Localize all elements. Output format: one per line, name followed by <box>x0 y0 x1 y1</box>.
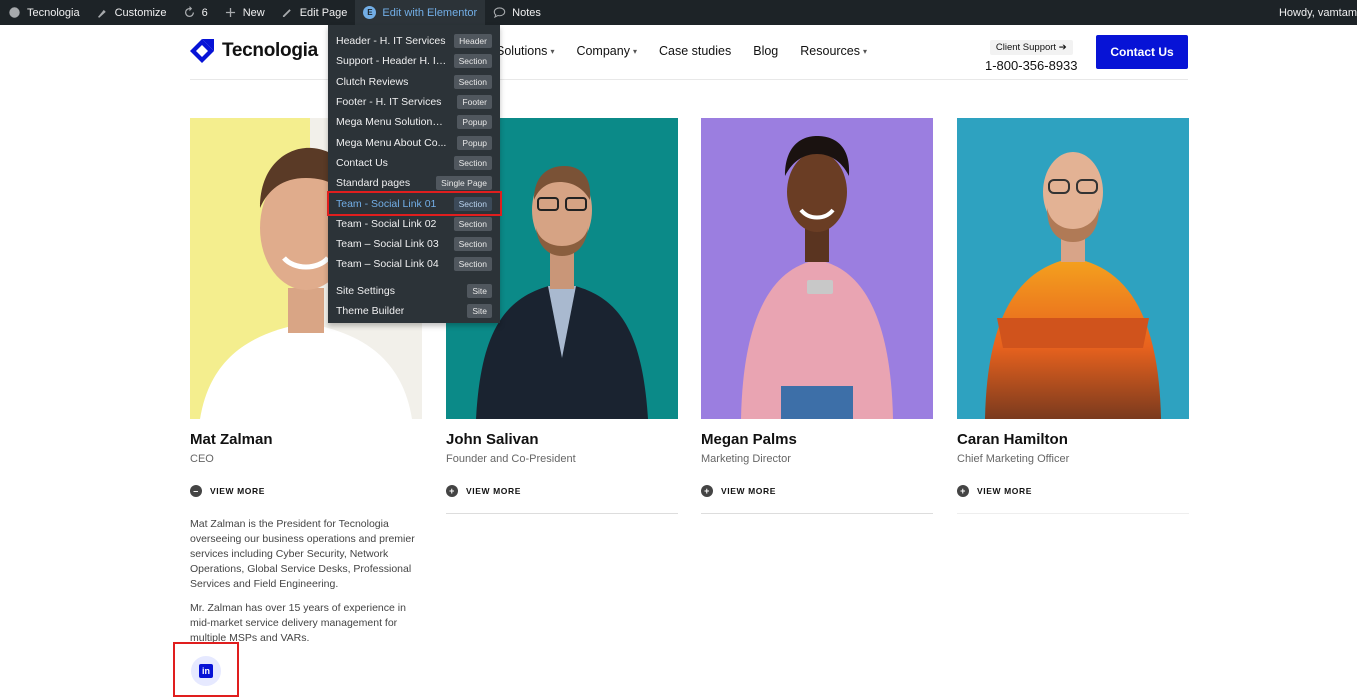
admin-customize[interactable]: Customize <box>88 0 175 25</box>
speech-bubble-icon <box>493 7 506 19</box>
client-support: Client Support ➔ 1-800-356-8933 <box>985 37 1078 73</box>
admin-new[interactable]: New <box>216 0 273 25</box>
plus-circle-icon: + <box>701 485 713 497</box>
view-more-toggle[interactable]: + VIEW MORE <box>957 485 1189 497</box>
team-member-role: Founder and Co-President <box>446 453 576 465</box>
site-logo[interactable]: Tecnologia <box>190 39 318 63</box>
dashboard-icon <box>9 7 20 18</box>
team-member-name: John Salivan <box>446 431 539 448</box>
linkedin-icon: in <box>199 664 213 678</box>
minus-circle-icon: – <box>190 485 202 497</box>
admin-edit-with-elementor[interactable]: E Edit with Elementor <box>355 0 486 25</box>
admin-updates[interactable]: 6 <box>175 0 216 25</box>
team-member-role: CEO <box>190 453 214 465</box>
menu-item-contact-us[interactable]: Contact Us Section <box>328 153 500 173</box>
team-social-links: in <box>173 642 239 697</box>
menu-item-team-social-link-03[interactable]: Team – Social Link 03 Section <box>328 234 500 254</box>
refresh-icon <box>184 6 194 18</box>
main-nav: Solutions ▾ Company ▾ Case studies Blog Re… <box>496 44 889 58</box>
logo-text: Tecnologia <box>222 40 318 61</box>
team-member-name: Megan Palms <box>701 431 797 448</box>
menu-item-standard-pages[interactable]: Standard pages Single Page <box>328 173 500 193</box>
menu-item-team-social-link-01[interactable]: Team - Social Link 01 Section <box>327 191 502 217</box>
admin-site-name[interactable]: Tecnologia <box>0 0 88 25</box>
chevron-down-icon: ▾ <box>550 46 555 56</box>
view-more-toggle[interactable]: – VIEW MORE <box>190 485 422 497</box>
menu-item-header-it-services[interactable]: Header - H. IT Services Header <box>328 31 500 51</box>
team-member-name: Caran Hamilton <box>957 431 1068 448</box>
team-member-role: Chief Marketing Officer <box>957 453 1070 465</box>
team-photo <box>957 118 1189 419</box>
admin-account[interactable]: Howdy, vamtam <box>1279 0 1357 25</box>
nav-item-company[interactable]: Company ▾ <box>576 44 637 58</box>
linkedin-link[interactable]: in <box>191 656 221 686</box>
menu-item-team-social-link-04[interactable]: Team – Social Link 04 Section <box>328 254 500 274</box>
admin-edit-page[interactable]: Edit Page <box>273 0 356 25</box>
chevron-down-icon: ▾ <box>863 46 868 56</box>
elementor-templates-menu: Header - H. IT Services Header Support -… <box>327 25 502 323</box>
team-member-role: Marketing Director <box>701 453 791 465</box>
wp-admin-bar: Tecnologia Customize 6 New Edit Page E E… <box>0 0 1357 25</box>
chevron-down-icon: ▾ <box>632 46 637 56</box>
contact-us-button[interactable]: Contact Us <box>1096 35 1188 69</box>
client-support-link[interactable]: Client Support ➔ <box>989 40 1073 55</box>
team-photo <box>701 118 933 419</box>
plus-circle-icon: + <box>957 485 969 497</box>
support-phone[interactable]: 1-800-356-8933 <box>985 58 1078 73</box>
team-card-caran-hamilton: Caran Hamilton Chief Marketing Officer +… <box>957 118 1189 514</box>
menu-item-footer-it-services[interactable]: Footer - H. IT Services Footer <box>328 92 500 112</box>
team-member-name: Mat Zalman <box>190 431 273 448</box>
elementor-icon: E <box>363 6 377 19</box>
nav-item-solutions[interactable]: Solutions ▾ <box>496 44 554 58</box>
plus-icon <box>225 7 235 18</box>
menu-item-mega-menu-solutions[interactable]: Mega Menu Solutions ... Popup <box>328 112 500 132</box>
menu-item-support-header[interactable]: Support - Header H. IT Services Section <box>328 51 500 71</box>
nav-item-blog[interactable]: Blog <box>753 44 778 58</box>
pencil-icon <box>282 9 291 18</box>
view-more-toggle[interactable]: + VIEW MORE <box>701 485 933 497</box>
card-divider <box>957 513 1189 514</box>
view-more-toggle[interactable]: + VIEW MORE <box>446 485 678 497</box>
brush-icon <box>97 9 106 18</box>
nav-item-resources[interactable]: Resources ▾ <box>800 44 867 58</box>
menu-item-team-social-link-02[interactable]: Team - Social Link 02 Section <box>328 214 500 234</box>
plus-circle-icon: + <box>446 485 458 497</box>
menu-item-site-settings[interactable]: Site Settings Site <box>328 281 500 301</box>
team-member-bio: Mat Zalman is the President for Tecnolog… <box>190 518 415 644</box>
menu-item-theme-builder[interactable]: Theme Builder Site <box>328 301 500 321</box>
team-card-megan-palms: Megan Palms Marketing Director + VIEW MO… <box>701 118 933 514</box>
nav-item-case-studies[interactable]: Case studies <box>659 44 731 58</box>
admin-notes[interactable]: Notes <box>485 0 549 25</box>
card-divider <box>446 513 678 514</box>
menu-item-clutch-reviews[interactable]: Clutch Reviews Section <box>328 72 500 92</box>
logo-mark-icon <box>190 39 214 63</box>
menu-item-mega-menu-about[interactable]: Mega Menu About Co... Popup <box>328 132 500 152</box>
card-divider <box>701 513 933 514</box>
